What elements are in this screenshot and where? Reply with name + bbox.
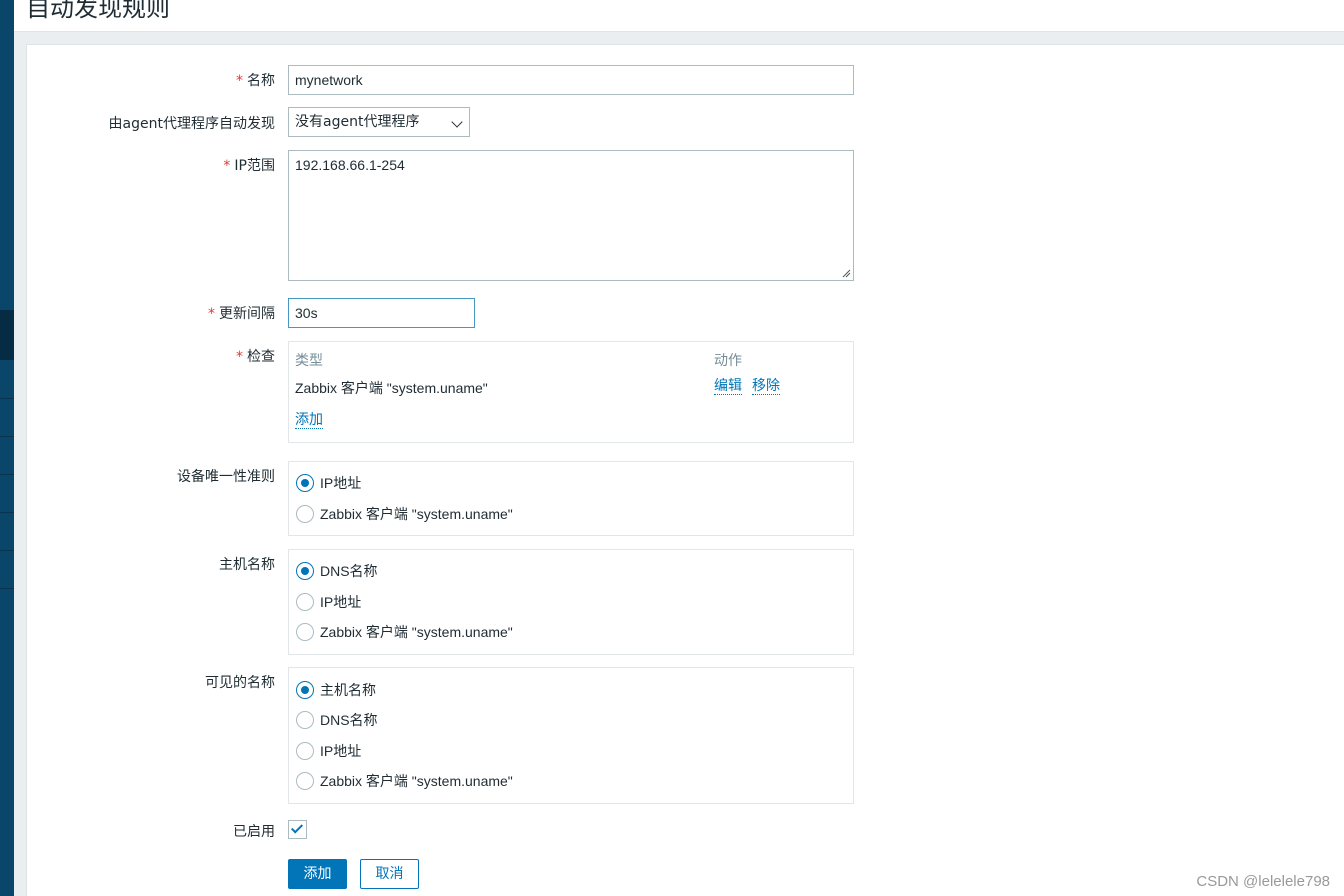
- required-marker: *: [236, 349, 243, 365]
- watermark: CSDN @lelelele798: [1196, 873, 1330, 890]
- radio-checked-icon[interactable]: [296, 474, 314, 492]
- radio-unchecked-icon[interactable]: [296, 593, 314, 611]
- ip-range-textarea[interactable]: 192.168.66.1-254: [288, 150, 854, 281]
- radio-unchecked-icon[interactable]: [296, 505, 314, 523]
- proxy-select-value: 没有agent代理程序: [295, 114, 420, 130]
- proxy-label: 由agent代理程序自动发现: [108, 116, 275, 132]
- check-edit-link[interactable]: 编辑: [714, 378, 742, 395]
- radio-unchecked-icon[interactable]: [296, 742, 314, 760]
- sidebar-divider: [0, 550, 14, 551]
- host-name-option-agent[interactable]: Zabbix 客户端 "system.uname": [296, 622, 513, 642]
- ip-range-label: * IP范围: [223, 158, 275, 174]
- sidebar-item-active[interactable]: [0, 310, 14, 360]
- host-name-option-dns[interactable]: DNS名称: [296, 561, 378, 581]
- check-type-cell: Zabbix 客户端 "system.uname": [295, 380, 488, 396]
- radio-unchecked-icon[interactable]: [296, 711, 314, 729]
- sidebar-divider: [0, 398, 14, 399]
- enabled-label: 已启用: [233, 824, 275, 840]
- cancel-button[interactable]: 取消: [360, 859, 419, 889]
- interval-input[interactable]: 30s: [288, 298, 475, 328]
- name-label: * 名称: [236, 73, 275, 89]
- checkmark-icon: [290, 821, 304, 834]
- visible-name-option-ip[interactable]: IP地址: [296, 741, 361, 761]
- check-add-link[interactable]: 添加: [295, 412, 323, 429]
- required-marker: *: [223, 158, 231, 174]
- uniqueness-radio-group: IP地址 Zabbix 客户端 "system.uname": [288, 461, 854, 536]
- checks-table: 类型 动作 Zabbix 客户端 "system.uname" 编辑 移除 添加: [288, 341, 854, 443]
- add-button[interactable]: 添加: [288, 859, 347, 889]
- uniqueness-option-ip[interactable]: IP地址: [296, 473, 361, 493]
- radio-checked-icon[interactable]: [296, 681, 314, 699]
- radio-unchecked-icon[interactable]: [296, 623, 314, 641]
- host-name-option-ip[interactable]: IP地址: [296, 592, 361, 612]
- enabled-checkbox[interactable]: [288, 820, 307, 839]
- uniqueness-option-agent[interactable]: Zabbix 客户端 "system.uname": [296, 504, 513, 524]
- checks-label: * 检查: [236, 349, 275, 365]
- sidebar-divider: [0, 512, 14, 513]
- page-title: 自动发现规则: [26, 0, 170, 22]
- resize-grip-icon[interactable]: [841, 268, 851, 278]
- ip-range-value: 192.168.66.1-254: [295, 157, 405, 173]
- chevron-down-icon: [451, 116, 463, 128]
- host-name-radio-group: DNS名称 IP地址 Zabbix 客户端 "system.uname": [288, 549, 854, 655]
- uniqueness-label: 设备唯一性准则: [177, 469, 275, 485]
- visible-name-radio-group: 主机名称 DNS名称 IP地址 Zabbix 客户端 "system.uname…: [288, 667, 854, 804]
- name-input[interactable]: mynetwork: [288, 65, 854, 95]
- visible-name-label: 可见的名称: [205, 675, 275, 691]
- page-header: [14, 0, 1344, 32]
- required-marker: *: [236, 73, 243, 89]
- visible-name-option-agent[interactable]: Zabbix 客户端 "system.uname": [296, 771, 513, 791]
- visible-name-option-dns[interactable]: DNS名称: [296, 710, 378, 730]
- proxy-select[interactable]: 没有agent代理程序: [288, 107, 470, 137]
- checks-col-action: 动作: [714, 353, 742, 369]
- sidebar-divider: [0, 474, 14, 475]
- interval-label: * 更新间隔: [208, 306, 275, 322]
- host-name-label: 主机名称: [219, 557, 275, 573]
- sidebar-divider: [0, 588, 14, 589]
- sidebar-divider: [0, 436, 14, 437]
- visible-name-option-host[interactable]: 主机名称: [296, 680, 376, 700]
- check-remove-link[interactable]: 移除: [752, 378, 780, 395]
- sidebar: [0, 0, 14, 896]
- checks-col-type: 类型: [295, 353, 323, 369]
- radio-unchecked-icon[interactable]: [296, 772, 314, 790]
- radio-checked-icon[interactable]: [296, 562, 314, 580]
- required-marker: *: [208, 306, 215, 322]
